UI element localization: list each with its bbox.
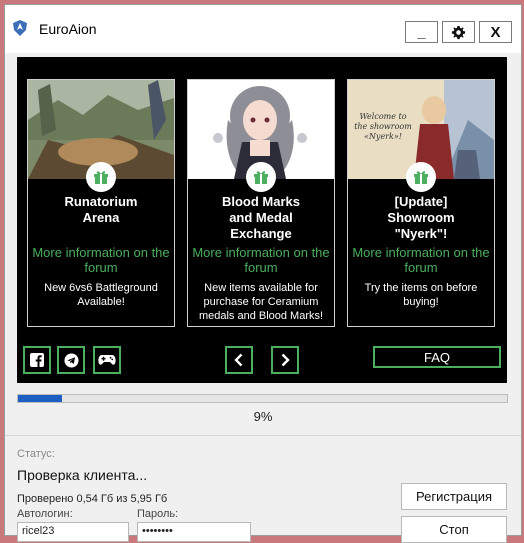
card-description: Try the items on before buying! bbox=[364, 282, 478, 308]
progress-percent: 9% bbox=[253, 409, 273, 424]
title-bar: EuroAion _ X bbox=[5, 5, 521, 53]
previous-button[interactable] bbox=[225, 346, 253, 374]
password-label: Пароль: bbox=[137, 508, 179, 520]
telegram-icon bbox=[63, 352, 79, 368]
telegram-button[interactable] bbox=[57, 346, 85, 374]
next-button[interactable] bbox=[271, 346, 299, 374]
launcher-window: EuroAion _ X Runatorium Arena More infor… bbox=[4, 4, 522, 543]
news-card-blood-marks[interactable]: Blood Marks and Medal Exchange More info… bbox=[187, 79, 335, 327]
app-shield-icon bbox=[13, 20, 27, 36]
settings-button[interactable] bbox=[442, 21, 475, 43]
card-description: New 6vs6 Battleground Available! bbox=[44, 282, 158, 308]
gift-icon bbox=[406, 162, 436, 192]
card-title: Runatorium Arena bbox=[64, 194, 138, 225]
autologin-select[interactable]: ricel23 bbox=[17, 522, 129, 542]
gear-icon bbox=[451, 25, 466, 39]
chevron-right-icon bbox=[281, 353, 290, 367]
minimize-label: _ bbox=[417, 23, 426, 41]
progress-fill bbox=[18, 395, 62, 402]
news-card-showroom[interactable]: Welcome to the showroom «Nyerk»! [Update… bbox=[347, 79, 495, 327]
showroom-caption: Welcome to the showroom «Nyerk»! bbox=[354, 112, 412, 141]
window-title: EuroAion bbox=[39, 21, 97, 37]
close-label: X bbox=[490, 23, 501, 41]
card-title: [Update] Showroom "Nyerk"! bbox=[387, 194, 455, 241]
checked-size: Проверено 0,54 Гб из 5,95 Гб bbox=[17, 493, 168, 505]
autologin-value: ricel23 bbox=[22, 525, 55, 537]
autologin-label: Автологин: bbox=[17, 508, 73, 520]
gamepad-icon bbox=[98, 355, 116, 365]
forum-link[interactable]: More information on the forum bbox=[192, 245, 330, 275]
news-card-arena[interactable]: Runatorium Arena More information on the… bbox=[27, 79, 175, 327]
faq-button[interactable]: FAQ bbox=[373, 346, 501, 368]
facebook-icon bbox=[30, 353, 44, 367]
stop-label: Стоп bbox=[439, 522, 469, 537]
password-value: •••••••• bbox=[142, 525, 173, 537]
gift-icon bbox=[86, 162, 116, 192]
game-button[interactable] bbox=[93, 346, 121, 374]
forum-link[interactable]: More information on the forum bbox=[32, 245, 170, 275]
status-label: Статус: bbox=[17, 448, 55, 460]
card-title: Blood Marks and Medal Exchange bbox=[221, 194, 300, 241]
password-field[interactable]: •••••••• bbox=[137, 522, 251, 542]
gift-icon bbox=[246, 162, 276, 192]
register-button[interactable]: Регистрация bbox=[401, 483, 507, 510]
divider bbox=[5, 435, 521, 436]
minimize-button[interactable]: _ bbox=[405, 21, 438, 43]
card-description: New items available for purchase for Cer… bbox=[198, 282, 324, 322]
status-text: Проверка клиента... bbox=[17, 467, 148, 483]
download-progress-bar bbox=[17, 394, 508, 403]
close-button[interactable]: X bbox=[479, 21, 512, 43]
register-label: Регистрация bbox=[416, 489, 492, 504]
faq-label: FAQ bbox=[423, 349, 450, 365]
stop-button[interactable]: Стоп bbox=[401, 516, 507, 543]
chevron-left-icon bbox=[234, 353, 243, 367]
facebook-button[interactable] bbox=[23, 346, 51, 374]
forum-link[interactable]: More information on the forum bbox=[352, 245, 490, 275]
news-panel: Runatorium Arena More information on the… bbox=[17, 57, 507, 383]
